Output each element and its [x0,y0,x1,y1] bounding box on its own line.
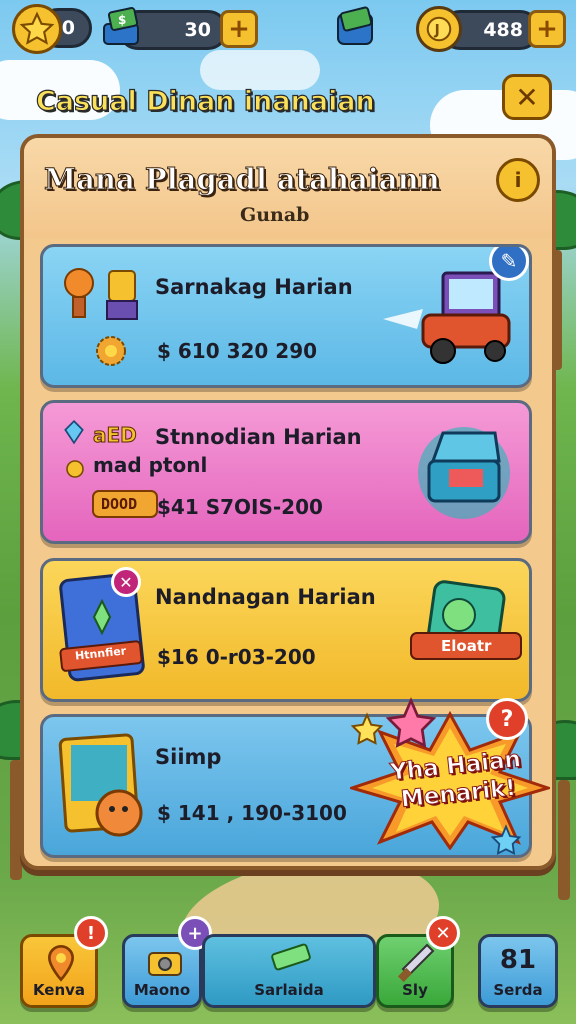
cash-value: 30 [184,19,211,41]
camera-icon [145,943,185,983]
card-title: Stnnodian Harian [155,425,362,449]
offer-card-2[interactable]: aED Stnnodian Harian mad ptonl DOOD $41 … [40,400,532,544]
svg-text:J: J [434,23,440,39]
coupon-code: DOOD [101,495,138,513]
card-title: Nandnagan Harian [155,585,376,609]
gold-dot-icon [65,459,85,483]
cloud [200,50,320,90]
offer-card-3[interactable]: Htnnfier ✕ Nandnagan Harian $16 0-r03-20… [40,558,532,702]
remove-icon: ✕ [111,567,141,597]
star-icon [12,4,62,54]
card-subtext: mad ptonl [93,453,208,477]
gold-coin-icon: J [416,6,462,52]
treasure-chest-icon [409,417,519,525]
card-price: $16 0-r03-200 [157,645,316,669]
game-title: Casual Dinan inanaian [35,85,375,117]
card-title: Siimp [155,745,222,769]
map-pet-icon [57,729,157,845]
nav-sarlaida[interactable]: Sarlaida [202,934,376,1008]
nav-label: Kenva [32,981,86,999]
sparkle-star-icon [350,712,384,750]
alert-badge: ! [74,916,108,950]
nav-label: Serda [493,981,543,999]
question-icon: ? [500,706,514,732]
panel-title: Mana Plagadl atahaiann [44,162,441,197]
info-icon: i [514,168,522,192]
stamp-label: Eloatr [441,637,492,655]
coin-value: 488 [483,19,523,41]
money-stack-icon: $ [100,6,146,54]
add-cash-button[interactable]: + [220,10,258,48]
info-button[interactable]: i [496,158,540,202]
add-coin-button[interactable]: + [528,10,566,48]
blue-star-icon [490,824,522,860]
card-tag: aED [93,423,138,448]
trophy-icon [59,261,145,335]
pink-star-icon [384,696,438,754]
gear-coin-icon [91,331,131,375]
nav-serda[interactable]: 81 Serda [478,934,558,1008]
badge-emblem-icon: Eloatr [409,575,523,679]
close-icon: ✕ [515,80,539,114]
wrench-icon: ✎ [489,247,529,281]
promo-help-badge[interactable]: ? [486,698,528,740]
panel-subtitle: Gunab [240,204,310,226]
nav-label: Maono [133,981,191,999]
star-count: 0 [61,17,75,39]
card-price: $41 S7OIS-200 [157,495,323,519]
card-price: $ 610 320 290 [157,339,318,363]
coupon-ticket: DOOD [91,485,161,527]
card-title: Sarnakag Harian [155,275,353,299]
diamond-icon [61,419,87,449]
offer-card-1[interactable]: Sarnakag Harian $ 610 320 290 ✎ [40,244,532,388]
ticket-icon [269,943,313,977]
card-price: $ 141 , 190-3100 [157,801,347,825]
close-button[interactable]: ✕ [502,74,552,120]
gem-pack-icon [334,6,378,54]
close-badge: ✕ [426,916,460,950]
nav-label: Sarlaida [254,981,324,999]
svg-text:$: $ [118,13,126,27]
serda-count: 81 [499,945,537,975]
nav-label: Sly [402,981,428,999]
go-kart-icon [383,263,513,377]
